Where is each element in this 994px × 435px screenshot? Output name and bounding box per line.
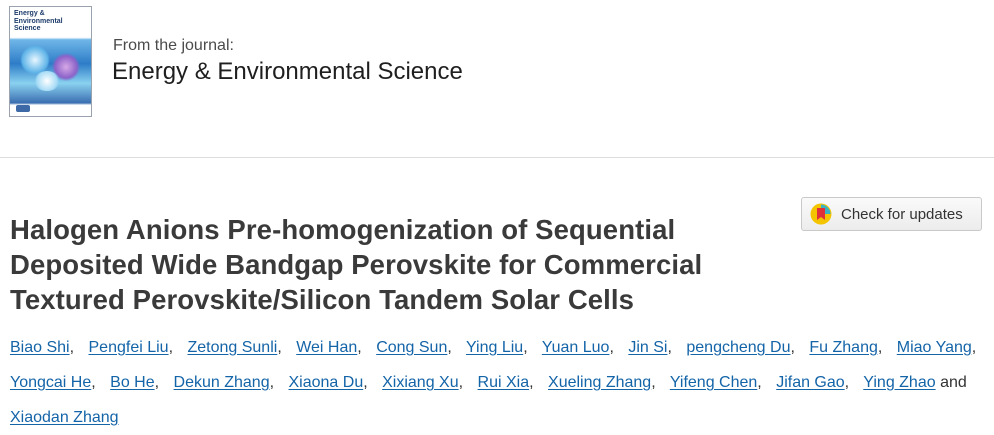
author-link[interactable]: Xiaona Du xyxy=(289,374,364,391)
author-separator: , xyxy=(154,374,160,391)
author-link[interactable]: Miao Yang xyxy=(897,339,972,356)
check-for-updates-label: Check for updates xyxy=(841,205,963,223)
author-separator: , xyxy=(357,339,362,356)
author-separator: , xyxy=(363,374,368,391)
journal-title-link[interactable]: Energy & Environmental Science xyxy=(112,58,463,86)
author-separator: , xyxy=(447,339,452,356)
author-link[interactable]: Yuan Luo xyxy=(542,339,610,356)
author-link[interactable]: Xixiang Xu xyxy=(382,374,459,391)
author-link[interactable]: Xueling Zhang xyxy=(548,374,651,391)
author-link[interactable]: Cong Sun xyxy=(376,339,447,356)
author-separator: , xyxy=(69,339,75,356)
author-separator: , xyxy=(168,339,174,356)
publisher-logo xyxy=(16,105,30,112)
author-separator: , xyxy=(609,339,614,356)
author-separator: , xyxy=(277,339,282,356)
author-link[interactable]: Fu Zhang xyxy=(809,339,877,356)
author-link[interactable]: Dekun Zhang xyxy=(174,374,270,391)
article-title-line: Halogen Anions Pre-homogenization of Seq… xyxy=(10,214,676,246)
author-separator: , xyxy=(844,374,850,391)
author-separator: , xyxy=(667,339,672,356)
author-link[interactable]: Rui Xia xyxy=(478,374,530,391)
article-title: Halogen Anions Pre-homogenization of Seq… xyxy=(10,212,790,317)
journal-header: Energy & Environmental Science From the … xyxy=(0,0,994,158)
article-title-line: Deposited Wide Bandgap Perovskite for Co… xyxy=(10,249,703,281)
author-link[interactable]: Wei Han xyxy=(296,339,357,356)
author-link[interactable]: Yifeng Chen xyxy=(670,374,757,391)
author-list: Biao Shi, Pengfei Liu, Zetong Sunli, Wei… xyxy=(10,330,990,435)
author-separator: , xyxy=(269,374,275,391)
author-and: and xyxy=(940,374,967,391)
author-link[interactable]: Yongcai He xyxy=(10,374,91,391)
author-link[interactable]: Zetong Sunli xyxy=(187,339,277,356)
author-separator: , xyxy=(971,339,977,356)
author-link[interactable]: Ying Zhao xyxy=(863,374,935,391)
author-separator: , xyxy=(757,374,762,391)
author-link[interactable]: pengcheng Du xyxy=(686,339,790,356)
author-separator: , xyxy=(91,374,96,391)
check-for-updates-button[interactable]: Check for updates xyxy=(801,197,982,231)
header-divider xyxy=(0,157,994,158)
journal-cover-image[interactable]: Energy & Environmental Science xyxy=(9,6,92,117)
author-link[interactable]: Xiaodan Zhang xyxy=(10,409,119,426)
author-link[interactable]: Jifan Gao xyxy=(776,374,844,391)
author-separator: , xyxy=(877,339,883,356)
author-separator: , xyxy=(458,374,464,391)
cover-title: Energy & Environmental Science xyxy=(14,10,63,32)
article-title-line: Textured Perovskite/Silicon Tandem Solar… xyxy=(10,284,635,316)
author-separator: , xyxy=(790,339,795,356)
author-link[interactable]: Pengfei Liu xyxy=(89,339,169,356)
from-journal-label: From the journal: xyxy=(113,37,234,54)
crossmark-icon xyxy=(810,203,832,225)
author-link[interactable]: Jin Si xyxy=(628,339,667,356)
author-link[interactable]: Ying Liu xyxy=(466,339,523,356)
author-separator: , xyxy=(523,339,528,356)
author-separator: , xyxy=(529,374,534,391)
author-link[interactable]: Bo He xyxy=(110,374,154,391)
author-separator: , xyxy=(651,374,656,391)
author-link[interactable]: Biao Shi xyxy=(10,339,70,356)
